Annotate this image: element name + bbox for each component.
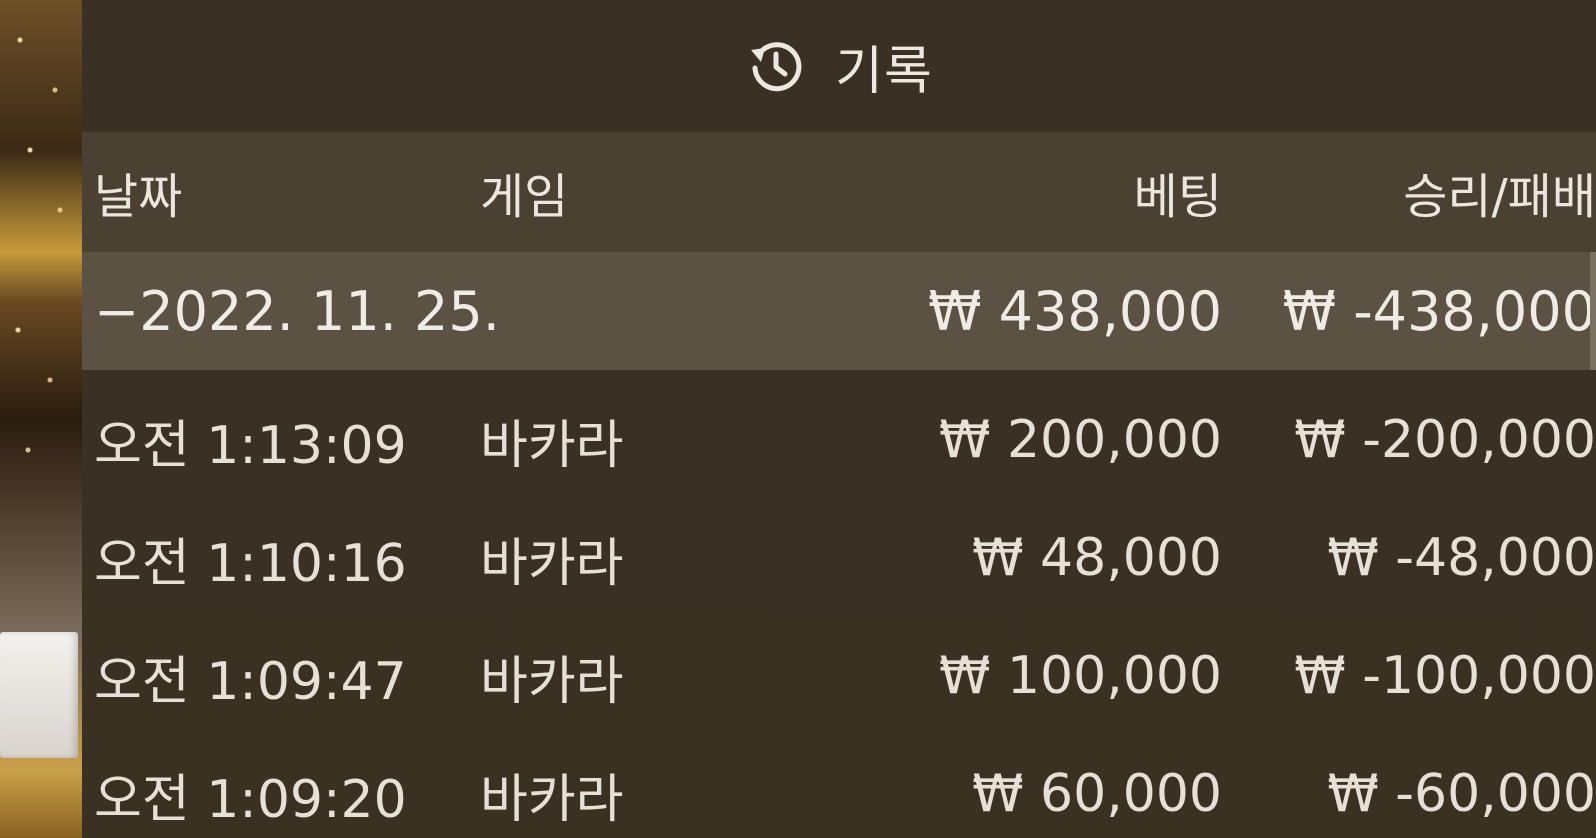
row-bet: ₩ 60,000	[972, 764, 1222, 824]
row-bet: ₩ 100,000	[939, 646, 1222, 706]
row-time: 오전 1:10:16	[94, 533, 407, 594]
history-panel: 기록 날짜 게임 베팅 승리/패배 −2022. 11. 25. ₩ 438,0…	[82, 0, 1596, 838]
row-win-loss: ₩ -100,000	[1294, 646, 1596, 706]
background-card-shoe	[0, 632, 78, 758]
group-win-loss-total: ₩ -438,000	[1282, 279, 1596, 343]
row-win-loss: ₩ -60,000	[1327, 764, 1596, 824]
table-header: 날짜 게임 베팅 승리/패배	[82, 132, 1596, 252]
row-bet: ₩ 200,000	[939, 410, 1222, 470]
row-game: 바카라	[480, 533, 624, 594]
row-game: 바카라	[480, 769, 624, 830]
row-time: 오전 1:09:20	[94, 769, 407, 830]
column-header-bet[interactable]: 베팅	[1134, 132, 1222, 252]
page-title: 기록	[835, 41, 933, 102]
column-header-date[interactable]: 날짜	[94, 132, 182, 252]
history-screen: 기록 날짜 게임 베팅 승리/패배 −2022. 11. 25. ₩ 438,0…	[0, 0, 1596, 838]
group-bet-total: ₩ 438,000	[928, 279, 1222, 343]
row-bet: ₩ 48,000	[972, 528, 1222, 588]
row-win-loss: ₩ -200,000	[1294, 410, 1596, 470]
date-group-row[interactable]: −2022. 11. 25. ₩ 438,000 ₩ -438,000	[82, 252, 1596, 370]
history-icon	[745, 36, 805, 96]
column-header-win-loss[interactable]: 승리/패배	[1403, 132, 1596, 252]
row-game: 바카라	[480, 415, 624, 476]
row-win-loss: ₩ -48,000	[1327, 528, 1596, 588]
table-row[interactable]: 오전 1:09:20 바카라 ₩ 60,000 ₩ -60,000	[82, 735, 1596, 838]
row-time: 오전 1:09:47	[94, 651, 407, 712]
column-header-game[interactable]: 게임	[480, 132, 568, 252]
row-time: 오전 1:13:09	[94, 415, 407, 476]
title-bar: 기록	[82, 0, 1596, 132]
table-row[interactable]: 오전 1:13:09 바카라 ₩ 200,000 ₩ -200,000	[82, 381, 1596, 499]
group-date: −2022. 11. 25.	[94, 279, 500, 343]
row-game: 바카라	[480, 651, 624, 712]
title-group: 기록	[745, 29, 933, 104]
table-row[interactable]: 오전 1:09:47 바카라 ₩ 100,000 ₩ -100,000	[82, 617, 1596, 735]
table-row[interactable]: 오전 1:10:16 바카라 ₩ 48,000 ₩ -48,000	[82, 499, 1596, 617]
scrollbar[interactable]	[1590, 252, 1596, 370]
